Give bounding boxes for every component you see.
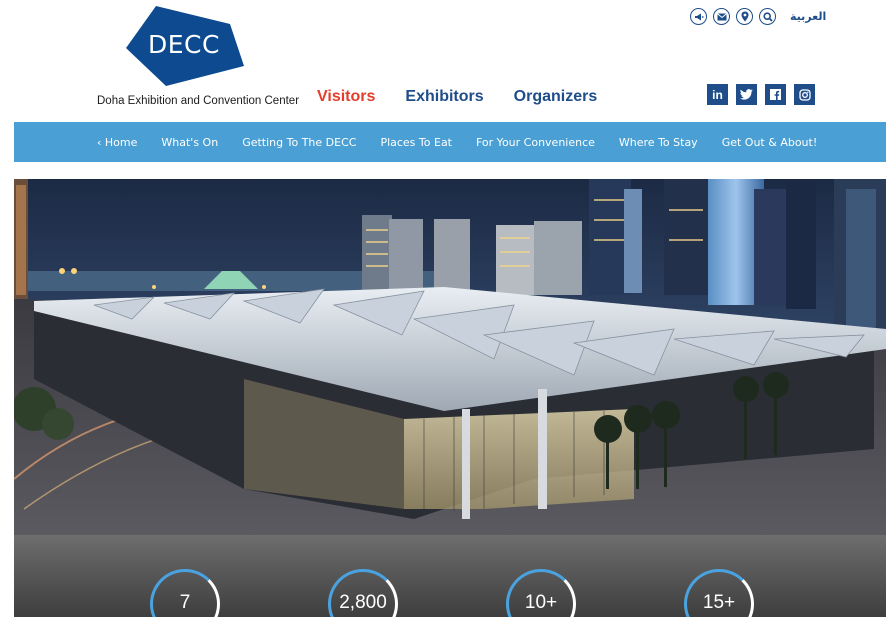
site-tagline: Doha Exhibition and Convention Center bbox=[97, 95, 300, 107]
subnav-list: ‹ Home What's On Getting To The DECC Pla… bbox=[14, 122, 886, 162]
stat-circle-2: 2,800 bbox=[328, 569, 398, 617]
subnav-places-to-eat-link[interactable]: Places To Eat bbox=[380, 136, 452, 149]
nav-visitors[interactable]: Visitors bbox=[317, 88, 375, 106]
subnav-item-convenience: For Your Convenience bbox=[476, 133, 595, 151]
language-switch-link[interactable]: العربية bbox=[790, 10, 826, 23]
megaphone-icon[interactable] bbox=[690, 8, 707, 25]
hero-illustration bbox=[14, 179, 886, 535]
stat-value-2: 2,800 bbox=[339, 592, 387, 613]
subnav-item-home: ‹ Home bbox=[97, 133, 137, 151]
subnav-item-whats-on: What's On bbox=[161, 133, 218, 151]
nav-exhibitors[interactable]: Exhibitors bbox=[405, 88, 483, 106]
search-icon[interactable] bbox=[759, 8, 776, 25]
subnav-item-getting-to-decc: Getting To The DECC bbox=[242, 133, 356, 151]
decc-logo[interactable]: DECC bbox=[126, 6, 246, 86]
twitter-icon[interactable] bbox=[736, 84, 757, 105]
site-header: DECC Doha Exhibition and Convention Cent… bbox=[0, 0, 886, 122]
stats-strip: 7 2,800 10+ 15+ bbox=[14, 535, 886, 617]
envelope-icon[interactable] bbox=[713, 8, 730, 25]
linkedin-icon[interactable]: in bbox=[707, 84, 728, 105]
stat-circle-3: 10+ bbox=[506, 569, 576, 617]
subnav-home-link[interactable]: ‹ Home bbox=[97, 136, 137, 149]
stat-circle-1: 7 bbox=[150, 569, 220, 617]
subnav-where-to-stay-link[interactable]: Where To Stay bbox=[619, 136, 698, 149]
subnav-item-get-out: Get Out & About! bbox=[722, 133, 818, 151]
stat-circle-4: 15+ bbox=[684, 569, 754, 617]
subnav-get-out-link[interactable]: Get Out & About! bbox=[722, 136, 818, 149]
subnav-item-places-to-eat: Places To Eat bbox=[380, 133, 452, 151]
subnav-convenience-link[interactable]: For Your Convenience bbox=[476, 136, 595, 149]
subnav-getting-to-decc-link[interactable]: Getting To The DECC bbox=[242, 136, 356, 149]
utility-bar: العربية bbox=[690, 8, 826, 25]
subnav-whats-on-link[interactable]: What's On bbox=[161, 136, 218, 149]
social-links: in bbox=[707, 84, 815, 105]
main-nav: Visitors Exhibitors Organizers bbox=[317, 88, 597, 106]
subnav-item-where-to-stay: Where To Stay bbox=[619, 133, 698, 151]
stat-value-1: 7 bbox=[179, 592, 191, 613]
stat-value-3: 10+ bbox=[524, 592, 558, 613]
location-pin-icon[interactable] bbox=[736, 8, 753, 25]
instagram-icon[interactable] bbox=[794, 84, 815, 105]
facebook-icon[interactable] bbox=[765, 84, 786, 105]
stat-value-4: 15+ bbox=[702, 592, 736, 613]
nav-organizers[interactable]: Organizers bbox=[514, 88, 598, 106]
visitor-subnav: ‹ Home What's On Getting To The DECC Pla… bbox=[14, 122, 886, 162]
logo-text: DECC bbox=[148, 30, 220, 59]
hero-image bbox=[14, 179, 886, 535]
